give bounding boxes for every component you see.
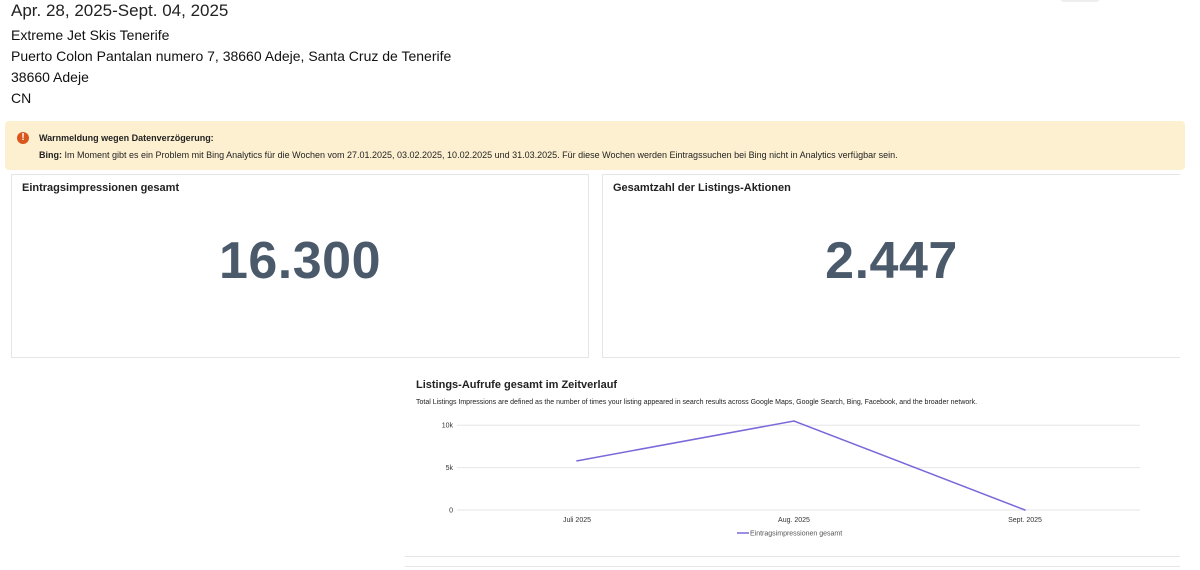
actions-kpi-card: Gesamtzahl der Listings-Aktionen 2.447	[602, 174, 1180, 358]
x-tick-label: Aug. 2025	[778, 517, 810, 524]
report-header: Apr. 28, 2025-Sept. 04, 2025 Extreme Jet…	[11, 0, 451, 109]
error-icon: !	[17, 132, 29, 144]
impressions-kpi-label: Eintragsimpressionen gesamt	[22, 182, 180, 194]
warning-source: Bing:	[39, 150, 62, 160]
y-tick-label: 0	[449, 508, 453, 515]
data-delay-warning: ! Warnmeldung wegen Datenverzögerung: Bi…	[5, 121, 1185, 170]
impressions-kpi-card: Eintragsimpressionen gesamt 16.300	[11, 174, 589, 358]
impressions-line-chart: 0 5k 10k Juli 2025 Aug. 2025 Sept. 2025 Eintra…	[442, 420, 1140, 538]
business-address: Puerto Colon Pantalan numero 7, 38660 Ad…	[11, 48, 452, 64]
top-right-control	[1060, 0, 1100, 2]
bottom-divider	[405, 566, 1180, 567]
series-line	[576, 420, 1026, 511]
warning-title: Warnmeldung wegen Datenverzögerung:	[39, 133, 214, 143]
impressions-kpi-value: 16.300	[218, 232, 382, 290]
y-tick-label: 10k	[442, 423, 454, 430]
data-point	[576, 460, 578, 462]
actions-kpi-value: 2.447	[825, 232, 958, 290]
impressions-over-time-card: Listings-Aufrufe gesamt im Zeitverlauf T…	[405, 370, 1180, 557]
warning-body: Bing: Im Moment gibt es ein Problem mit …	[39, 150, 898, 160]
x-tick-label: Sept. 2025	[1008, 517, 1042, 524]
data-point	[793, 420, 795, 422]
business-region: CN	[11, 90, 32, 106]
actions-kpi-label: Gesamtzahl der Listings-Aktionen	[613, 182, 791, 194]
warning-message: Im Moment gibt es ein Problem mit Bing A…	[64, 150, 898, 160]
y-tick-label: 5k	[446, 465, 454, 472]
business-name: Extreme Jet Skis Tenerife	[11, 27, 170, 43]
data-point	[1024, 509, 1026, 511]
x-tick-label: Juli 2025	[563, 517, 591, 524]
date-range: Apr. 28, 2025-Sept. 04, 2025	[11, 1, 229, 20]
business-city: 38660 Adeje	[11, 69, 89, 85]
legend-label: Eintragsimpressionen gesamt	[750, 531, 842, 538]
